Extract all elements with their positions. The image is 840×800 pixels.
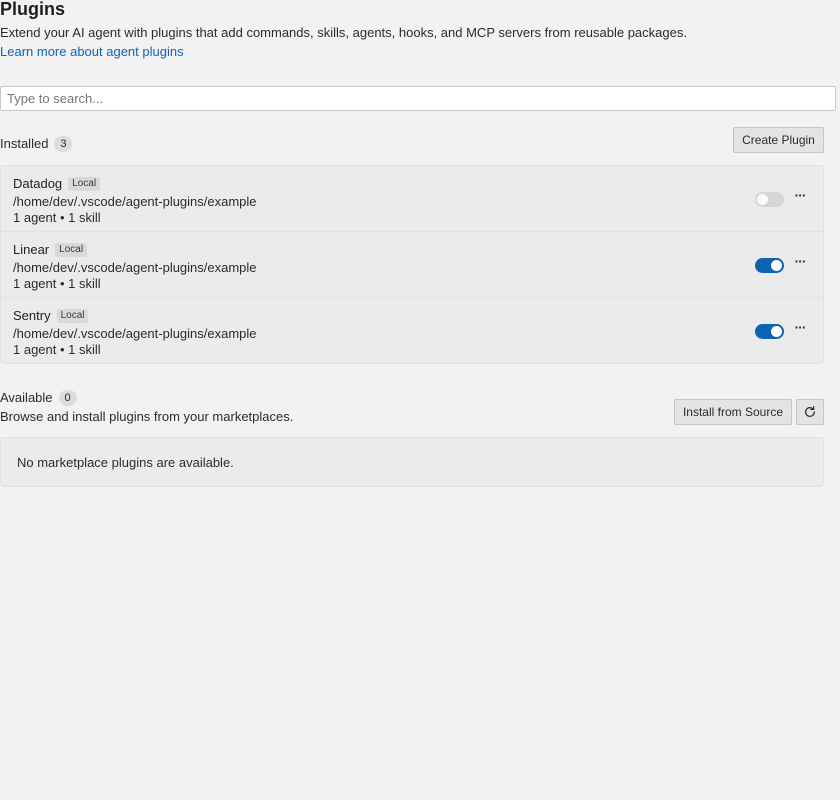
installed-header: Installed 3 bbox=[0, 135, 73, 152]
available-header: Available 0 bbox=[0, 389, 77, 406]
installed-count-badge: 3 bbox=[54, 135, 73, 152]
toggle-knob bbox=[771, 260, 782, 271]
plugin-source-tag: Local bbox=[55, 242, 88, 257]
empty-state-text: No marketplace plugins are available. bbox=[17, 454, 234, 470]
install-from-source-button[interactable]: Install from Source bbox=[674, 399, 792, 425]
plugin-name: Datadog bbox=[13, 176, 63, 191]
plugin-source-tag: Local bbox=[56, 308, 89, 323]
installed-plugin-list: Datadog Local /home/dev/.vscode/agent-pl… bbox=[0, 165, 824, 364]
plugin-path: /home/dev/.vscode/agent-plugins/example bbox=[13, 260, 257, 275]
more-icon[interactable]: ··· bbox=[791, 254, 809, 272]
page-description: Extend your AI agent with plugins that a… bbox=[0, 25, 687, 40]
search-input[interactable] bbox=[0, 86, 836, 111]
learn-more-link[interactable]: Learn more about agent plugins bbox=[0, 43, 184, 60]
plugin-row-linear[interactable]: Linear Local /home/dev/.vscode/agent-plu… bbox=[1, 232, 823, 298]
plugin-enable-toggle[interactable] bbox=[755, 258, 784, 273]
plugin-meta: 1 agent • 1 skill bbox=[13, 210, 101, 225]
plugin-row-datadog[interactable]: Datadog Local /home/dev/.vscode/agent-pl… bbox=[1, 166, 823, 232]
more-icon[interactable]: ··· bbox=[791, 188, 809, 206]
more-icon[interactable]: ··· bbox=[791, 320, 809, 338]
page-title: Plugins bbox=[0, 0, 66, 19]
plugin-name: Linear bbox=[13, 242, 50, 257]
plugin-row-sentry[interactable]: Sentry Local /home/dev/.vscode/agent-plu… bbox=[1, 298, 823, 363]
plugin-meta: 1 agent • 1 skill bbox=[13, 276, 101, 291]
plugin-enable-toggle[interactable] bbox=[755, 192, 784, 207]
refresh-icon bbox=[805, 405, 815, 417]
marketplace-empty-state: No marketplace plugins are available. bbox=[0, 437, 824, 487]
create-plugin-button[interactable]: Create Plugin bbox=[733, 127, 824, 153]
plugin-path: /home/dev/.vscode/agent-plugins/example bbox=[13, 194, 257, 209]
available-label: Available bbox=[0, 390, 53, 405]
installed-label: Installed bbox=[0, 136, 49, 151]
refresh-button[interactable] bbox=[796, 399, 824, 425]
plugin-path: /home/dev/.vscode/agent-plugins/example bbox=[13, 326, 257, 341]
available-count-badge: 0 bbox=[58, 389, 77, 406]
toggle-knob bbox=[771, 326, 782, 337]
plugin-name: Sentry bbox=[13, 308, 51, 323]
toggle-knob bbox=[757, 194, 768, 205]
plugin-source-tag: Local bbox=[68, 176, 101, 191]
available-subtitle: Browse and install plugins from your mar… bbox=[0, 409, 294, 424]
plugin-enable-toggle[interactable] bbox=[755, 324, 784, 339]
plugin-meta: 1 agent • 1 skill bbox=[13, 342, 101, 357]
